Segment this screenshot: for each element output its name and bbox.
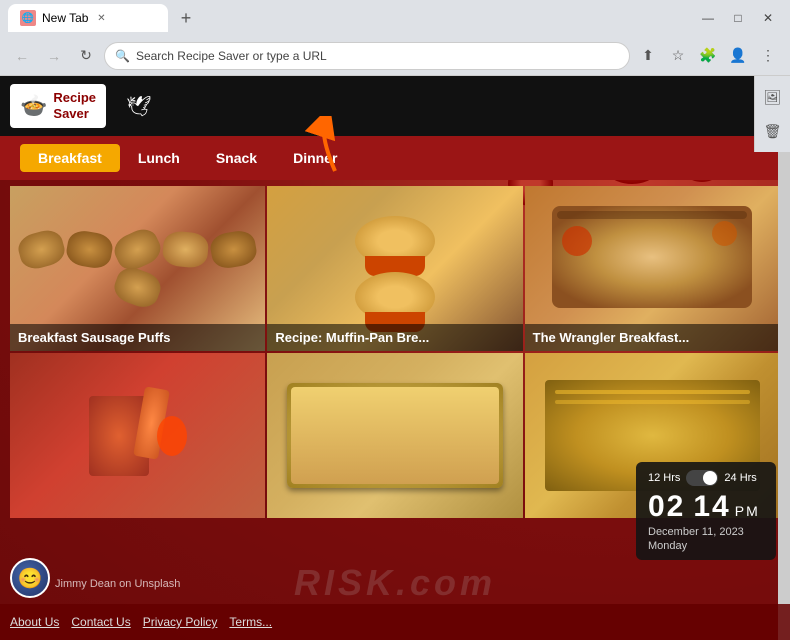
share-button[interactable]: ⬆ (634, 42, 662, 70)
footer-contact-link[interactable]: Contact Us (71, 615, 130, 629)
clock-hour: 02 (648, 490, 685, 524)
title-bar: 🌐 New Tab ✕ + — □ ✕ (0, 0, 790, 36)
recipe-image-5 (267, 353, 522, 518)
clock-widget: 12 Hrs 24 Hrs 02 14 PM December 11, 2023… (636, 462, 776, 560)
recipe-card-1[interactable]: Breakfast Sausage Puffs (10, 186, 265, 351)
recipe-card-2[interactable]: Recipe: Muffin-Pan Bre... (267, 186, 522, 351)
window-maximize-button[interactable]: □ (724, 4, 752, 32)
clock-toggle-row: 12 Hrs 24 Hrs (648, 470, 764, 486)
recipe-card-4[interactable] (10, 353, 265, 518)
clock-day: Monday (648, 540, 764, 552)
delete-panel-button[interactable]: 🗑 (759, 118, 787, 144)
profile-button[interactable]: 👤 (724, 42, 752, 70)
tab-close-button[interactable]: ✕ (94, 11, 108, 25)
logo-line2: Saver (53, 106, 88, 121)
extensions-button[interactable]: 🧩 (694, 42, 722, 70)
recipe-card-3[interactable]: The Wrangler Breakfast... (525, 186, 780, 351)
category-bar: Breakfast Lunch Snack Dinner (0, 136, 790, 180)
window-close-button[interactable]: ✕ (754, 4, 782, 32)
recipe-card-5[interactable] (267, 353, 522, 518)
site-header: 🍲 Recipe Saver 🕊 🔍 (0, 76, 790, 136)
address-lock-icon: 🔍 (115, 49, 130, 63)
address-bar[interactable]: 🔍 Search Recipe Saver or type a URL (104, 42, 630, 70)
footer-terms-link[interactable]: Terms... (229, 615, 272, 629)
page-scrollbar[interactable] (778, 76, 790, 640)
tab-breakfast[interactable]: Breakfast (20, 144, 120, 172)
clock-time: 02 14 PM (648, 490, 764, 524)
clock-24hr-label: 24 Hrs (724, 472, 756, 484)
photo-credit: Jimmy Dean on Unsplash (55, 578, 180, 590)
tab-snack[interactable]: Snack (198, 144, 275, 172)
hamburger-icon[interactable]: 🕊 (126, 94, 151, 119)
recipe-title-3: The Wrangler Breakfast... (525, 324, 780, 351)
reload-button[interactable]: ↻ (72, 42, 100, 70)
footer-bar: About Us Contact Us Privacy Policy Terms… (0, 604, 790, 640)
bookmark-button[interactable]: ☆ (664, 42, 692, 70)
avatar-icon: 😊 (18, 566, 43, 591)
clock-12hr-label: 12 Hrs (648, 472, 680, 484)
logo-text: Recipe Saver (53, 90, 96, 121)
window-minimize-button[interactable]: — (694, 4, 722, 32)
page-content: 🍲 Recipe Saver 🕊 🔍 Breakfast Lunch Snack… (0, 76, 790, 640)
logo-icon: 🍲 (20, 93, 47, 119)
back-button[interactable]: ← (8, 42, 36, 70)
footer-about-link[interactable]: About Us (10, 615, 59, 629)
browser-tab[interactable]: 🌐 New Tab ✕ (8, 4, 168, 32)
recipe-image-4 (10, 353, 265, 518)
clock-minute: 14 (693, 490, 730, 524)
toolbar-actions: ⬆ ☆ 🧩 👤 ⋮ (634, 42, 782, 70)
user-avatar: 😊 (10, 558, 50, 598)
address-text: Search Recipe Saver or type a URL (136, 49, 619, 63)
gallery-panel-button[interactable]: 🖼 (759, 84, 787, 110)
footer-privacy-link[interactable]: Privacy Policy (143, 615, 218, 629)
menu-button[interactable]: ⋮ (754, 42, 782, 70)
tab-lunch[interactable]: Lunch (120, 144, 198, 172)
clock-mode-toggle[interactable] (686, 470, 718, 486)
clock-date: December 11, 2023 (648, 526, 764, 538)
logo-line1: Recipe (53, 90, 96, 105)
window-controls: — □ ✕ (694, 4, 782, 32)
forward-button[interactable]: → (40, 42, 68, 70)
browser-toolbar: ← → ↻ 🔍 Search Recipe Saver or type a UR… (0, 36, 790, 76)
tab-title: New Tab (42, 11, 88, 25)
clock-ampm: PM (735, 503, 760, 519)
toggle-knob (703, 471, 717, 485)
right-panel: 🖼 🗑 (754, 76, 790, 152)
recipe-title-1: Breakfast Sausage Puffs (10, 324, 265, 351)
new-tab-button[interactable]: + (172, 4, 200, 32)
site-logo[interactable]: 🍲 Recipe Saver (10, 84, 106, 127)
recipe-title-2: Recipe: Muffin-Pan Bre... (267, 324, 522, 351)
annotation-arrow (300, 116, 350, 184)
tab-favicon: 🌐 (20, 10, 36, 26)
